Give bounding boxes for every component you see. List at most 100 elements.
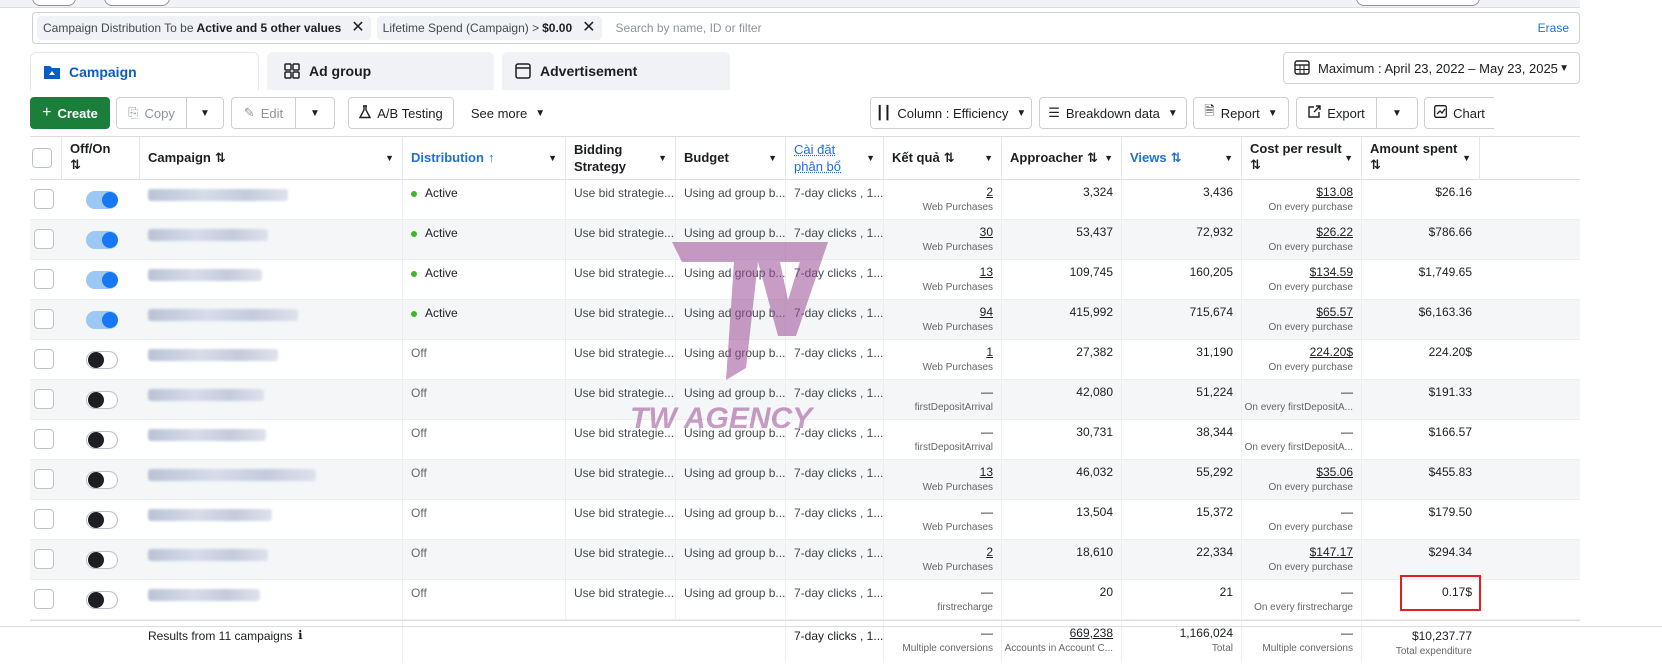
header-distribution[interactable]: Distribution ↑ ▼	[403, 137, 566, 180]
chevron-down-icon[interactable]: ▼	[658, 153, 667, 164]
breakdown-button[interactable]: ☰ Breakdown data ▼	[1039, 97, 1187, 129]
column-selector[interactable]: ┃┃ Column : Efficiency ▼	[870, 97, 1032, 129]
table-row[interactable]: Off Use bid strategie... Using ad group …	[30, 340, 1580, 380]
header-reach[interactable]: Approacher ⇅ ▼	[1002, 137, 1122, 180]
filter-chip-lifetime-spend[interactable]: Lifetime Spend (Campaign) > $0.00 ✕	[376, 16, 602, 40]
results-value[interactable]: 2	[986, 185, 993, 199]
results-value[interactable]: 2	[986, 545, 993, 559]
filter-search-input[interactable]: Search by name, ID or filter	[616, 21, 1538, 35]
copy-dropdown[interactable]: ▼	[186, 97, 224, 129]
campaign-toggle[interactable]	[86, 191, 118, 209]
row-checkbox[interactable]	[34, 189, 54, 209]
select-all-checkbox[interactable]	[32, 148, 52, 168]
cpr-value[interactable]: $26.22	[1316, 225, 1353, 239]
chevron-down-icon[interactable]: ▼	[1462, 153, 1471, 164]
table-row[interactable]: Active Use bid strategie... Using ad gro…	[30, 220, 1580, 260]
campaign-toggle[interactable]	[86, 391, 118, 409]
export-button[interactable]: Export	[1296, 97, 1376, 129]
campaign-toggle[interactable]	[86, 231, 118, 249]
header-cost-per-result[interactable]: Cost per result ⇅ ▼	[1242, 137, 1362, 180]
header-attribution[interactable]: Cài đặt phân bổ ▼	[786, 137, 884, 180]
top-pill[interactable]	[104, 0, 170, 6]
table-row[interactable]: Off Use bid strategie... Using ad group …	[30, 500, 1580, 540]
results-value[interactable]: 94	[980, 305, 993, 319]
sort-icon[interactable]: ⇅	[1087, 150, 1098, 166]
cpr-value[interactable]: $65.57	[1316, 305, 1353, 319]
sort-icon[interactable]: ⇅	[944, 150, 955, 166]
see-more-button[interactable]: See more ▼	[466, 97, 550, 129]
campaign-toggle[interactable]	[86, 591, 118, 609]
table-row[interactable]: Off Use bid strategie... Using ad group …	[30, 580, 1580, 620]
sort-asc-icon[interactable]: ↑	[488, 150, 495, 166]
chevron-down-icon[interactable]: ▼	[984, 153, 993, 164]
campaign-toggle[interactable]	[86, 471, 118, 489]
results-value[interactable]: 13	[980, 265, 993, 279]
chart-button[interactable]: Chart	[1424, 97, 1494, 129]
table-row[interactable]: Off Use bid strategie... Using ad group …	[30, 380, 1580, 420]
results-value[interactable]: 1	[986, 345, 993, 359]
table-row[interactable]: Off Use bid strategie... Using ad group …	[30, 460, 1580, 500]
header-campaign[interactable]: Campaign ⇅ ▼	[140, 137, 403, 180]
table-row[interactable]: Off Use bid strategie... Using ad group …	[30, 540, 1580, 580]
table-row[interactable]: Off Use bid strategie... Using ad group …	[30, 420, 1580, 460]
top-pill[interactable]	[1356, 0, 1480, 6]
info-icon[interactable]: ℹ	[298, 628, 303, 642]
header-budget[interactable]: Budget ▼	[676, 137, 786, 180]
chevron-down-icon[interactable]: ▼	[385, 153, 394, 164]
export-dropdown[interactable]: ▼	[1376, 97, 1418, 129]
campaign-toggle[interactable]	[86, 351, 118, 369]
edit-dropdown[interactable]: ▼	[295, 97, 335, 129]
copy-button[interactable]: ⎘ Copy	[116, 97, 186, 129]
header-views[interactable]: Views ⇅ ▼	[1122, 137, 1242, 180]
row-checkbox[interactable]	[34, 589, 54, 609]
cpr-value[interactable]: $147.17	[1310, 545, 1353, 559]
row-checkbox[interactable]	[34, 349, 54, 369]
footer-reach-value[interactable]: 669,238	[1070, 626, 1113, 640]
top-pill[interactable]	[32, 0, 76, 6]
erase-link[interactable]: Erase	[1538, 21, 1569, 35]
cpr-value[interactable]: $35.06	[1316, 465, 1353, 479]
header-results[interactable]: Kết quả ⇅ ▼	[884, 137, 1002, 180]
chevron-down-icon[interactable]: ▼	[866, 153, 875, 164]
date-range-picker[interactable]: Maximum : April 23, 2022 – May 23, 2025 …	[1283, 52, 1580, 84]
row-checkbox[interactable]	[34, 469, 54, 489]
cpr-value[interactable]: 224.20$	[1310, 345, 1353, 359]
chevron-down-icon[interactable]: ▼	[768, 153, 777, 164]
tab-advertisement[interactable]: Advertisement	[502, 52, 730, 90]
campaign-toggle[interactable]	[86, 431, 118, 449]
cpr-value[interactable]: $13.08	[1316, 185, 1353, 199]
campaign-toggle[interactable]	[86, 311, 118, 329]
table-row[interactable]: Active Use bid strategie... Using ad gro…	[30, 180, 1580, 220]
row-checkbox[interactable]	[34, 269, 54, 289]
cpr-value[interactable]: $134.59	[1310, 265, 1353, 279]
create-button[interactable]: + Create	[30, 97, 110, 129]
edit-button[interactable]: ✎ Edit	[231, 97, 295, 129]
campaign-toggle[interactable]	[86, 511, 118, 529]
chevron-down-icon[interactable]: ▼	[1224, 153, 1233, 164]
row-checkbox[interactable]	[34, 429, 54, 449]
row-checkbox[interactable]	[34, 309, 54, 329]
chevron-down-icon[interactable]: ▼	[1104, 153, 1113, 164]
sort-icon[interactable]: ⇅	[1171, 150, 1182, 166]
table-row[interactable]: Active Use bid strategie... Using ad gro…	[30, 260, 1580, 300]
results-value[interactable]: 13	[980, 465, 993, 479]
sort-icon[interactable]: ⇅	[215, 150, 226, 166]
report-button[interactable]: 🗎 Report ▼	[1193, 97, 1289, 129]
tab-campaign[interactable]: Campaign	[30, 52, 259, 90]
tab-ad-group[interactable]: Ad group	[267, 52, 494, 90]
ab-testing-button[interactable]: A/B Testing	[348, 97, 454, 129]
close-icon[interactable]: ✕	[351, 20, 364, 36]
row-checkbox[interactable]	[34, 229, 54, 249]
row-checkbox[interactable]	[34, 389, 54, 409]
header-offon[interactable]: Off/On ⇅	[62, 137, 140, 180]
chevron-down-icon[interactable]: ▼	[1344, 153, 1353, 164]
table-row[interactable]: Active Use bid strategie... Using ad gro…	[30, 300, 1580, 340]
row-checkbox[interactable]	[34, 549, 54, 569]
campaign-toggle[interactable]	[86, 551, 118, 569]
filter-chip-distribution[interactable]: Campaign Distribution To be Active and 5…	[37, 16, 371, 40]
row-checkbox[interactable]	[34, 509, 54, 529]
campaign-toggle[interactable]	[86, 271, 118, 289]
close-icon[interactable]: ✕	[582, 20, 595, 36]
results-value[interactable]: 30	[980, 225, 993, 239]
header-amount-spent[interactable]: Amount spent ⇅ ▼	[1362, 137, 1480, 180]
